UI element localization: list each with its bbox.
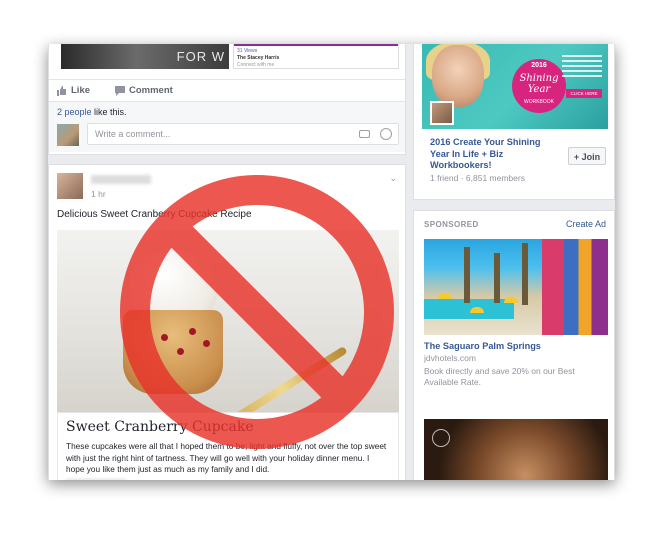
post-timestamp[interactable]: 1 hr [91,189,106,199]
shining-year-badge: 2016 Shining Year WORKBOOK [512,59,566,113]
thumbs-up-icon [57,85,66,96]
cover-click-here: CLICK HERE [566,89,602,98]
commenter-avatar[interactable] [57,124,79,146]
likes-summary: 2 people like this. [57,107,127,117]
hotel-ad-image[interactable] [424,239,608,335]
likes-and-comments: 2 people like this. [49,101,405,152]
comment-input[interactable] [93,128,347,140]
comment-button[interactable]: Comment [115,85,173,96]
comment-label: Comment [129,85,173,96]
group-title[interactable]: 2016 Create Your Shining Year In Life + … [430,137,550,172]
badge-year: 2016 [531,62,547,69]
create-ad-link[interactable]: Create Ad [566,219,606,229]
group-members: 1 friend · 6,851 members [430,173,525,183]
like-label: Like [71,85,91,96]
preview-accent-bar [234,44,398,46]
palm-tree [522,243,528,305]
post-text: Delicious Sweet Cranberry Cupcake Recipe [57,209,252,220]
author-avatar[interactable] [57,173,83,199]
second-ad-image[interactable] [424,419,608,480]
preview-sub: Connect with me [237,62,275,68]
gold-spoon [216,345,348,412]
camera-icon[interactable] [359,130,370,138]
post-options-chevron-icon[interactable]: ⌄ [389,173,397,184]
join-group-button[interactable]: + Join [568,147,606,165]
badge-sub: WORKBOOK [523,99,554,105]
ad-title[interactable]: The Saguaro Palm Springs [424,341,541,351]
facebook-feed-screenshot: FOR W 31 Views The Stacey Harris Connect… [48,44,615,480]
emoji-icon[interactable] [380,128,392,140]
cover-side-lines [562,55,602,80]
palm-tree [464,247,470,303]
palm-tree [494,253,500,303]
group-thumbnail [430,101,454,125]
post-banner-text: FOR W [176,49,225,64]
cupcake-photo[interactable] [57,230,399,412]
ad-description: Book directly and save 20% on our Best A… [424,366,575,387]
cover-person-face [432,45,484,107]
preview-name: The Stacey Harris [237,55,280,61]
umbrella [438,293,452,299]
post-side-preview[interactable]: 31 Views The Stacey Harris Connect with … [233,44,399,69]
post-banner-image[interactable]: FOR W [61,44,229,69]
comment-field[interactable] [87,123,399,145]
group-cover-image[interactable]: 2016 Shining Year WORKBOOK CLICK HERE [422,44,608,129]
umbrella [504,297,518,303]
umbrella [470,307,484,313]
preview-views: 31 Views [237,48,258,54]
post-top: FOR W 31 Views The Stacey Harris Connect… [48,44,406,155]
post-cupcake: 1 hr ⌄ Delicious Sweet Cranberry Cupcake… [48,164,406,480]
comment-icon [115,85,125,96]
ad-url[interactable]: jdvhotels.com [424,353,476,363]
likes-count-link[interactable]: 2 people [57,107,92,117]
link-preview-title: Sweet Cranberry Cupcake [66,419,254,435]
link-preview-source-blurred [66,479,126,480]
badge-title: Shining Year [519,73,559,95]
second-ad-logo-icon [432,429,450,447]
hotel-building [542,239,608,335]
link-preview-card[interactable]: Sweet Cranberry Cupcake These cupcakes w… [57,412,399,480]
group-suggestion: 2016 Shining Year WORKBOOK CLICK HERE 20… [413,44,615,200]
likes-suffix: like this. [91,107,127,117]
sponsored-section: SPONSORED Create Ad The Saguaro Palm Spr… [413,210,615,480]
cupcake-body [123,310,223,394]
sponsored-label: SPONSORED [424,220,479,229]
like-button[interactable]: Like [57,85,90,96]
link-preview-description: These cupcakes were all that I hoped the… [66,441,387,474]
author-name-blurred[interactable] [91,175,151,184]
post-actions: Like Comment [49,79,405,102]
